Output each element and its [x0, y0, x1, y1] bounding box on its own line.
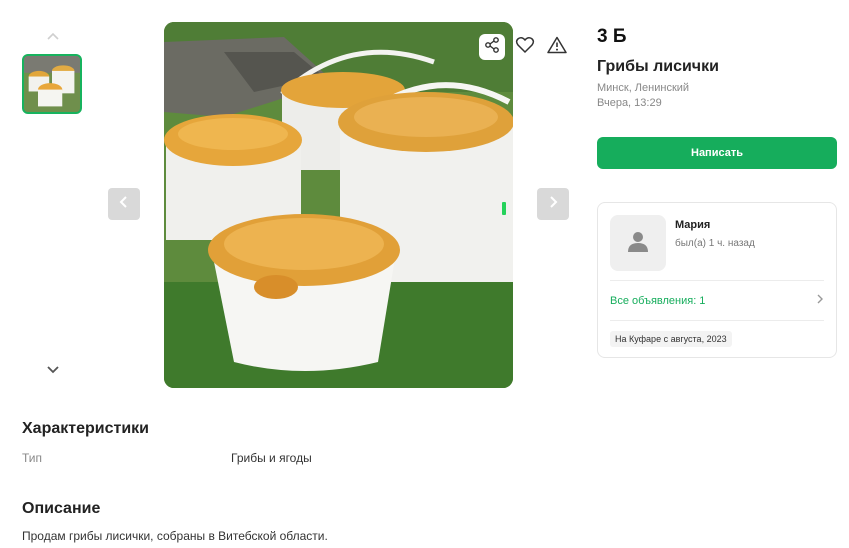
chevron-right-icon — [546, 195, 560, 214]
chevron-up-icon[interactable] — [44, 28, 62, 46]
posted-time: Вчера, 13:29 — [597, 97, 662, 109]
characteristic-key: Тип — [22, 451, 43, 465]
price: 3 Б — [597, 26, 627, 47]
divider — [610, 280, 824, 281]
main-photo[interactable] — [164, 22, 513, 388]
next-photo-button[interactable] — [537, 188, 569, 220]
all-ads-label: Все объявления: 1 — [610, 295, 706, 307]
all-ads-link[interactable]: Все объявления: 1 — [610, 289, 826, 313]
mushroom-buckets-image — [164, 22, 513, 388]
seller-status: был(а) 1 ч. назад — [675, 238, 755, 249]
description-heading: Описание — [22, 500, 101, 517]
thumbnail-strip — [20, 26, 86, 386]
thumbnail-image[interactable] — [22, 54, 82, 114]
share-button[interactable] — [479, 34, 505, 60]
alert-icon — [547, 36, 567, 59]
member-since-badge: На Куфаре с августа, 2023 — [610, 331, 732, 347]
avatar[interactable] — [610, 215, 666, 271]
slide-indicator — [502, 202, 506, 215]
write-message-button[interactable]: Написать — [597, 137, 837, 169]
characteristics-heading: Характеристики — [22, 420, 150, 437]
listing-title: Грибы лисички — [597, 58, 719, 75]
location: Минск, Ленинский — [597, 82, 690, 94]
divider — [610, 320, 824, 321]
chevron-left-icon — [117, 195, 131, 214]
share-icon — [483, 36, 501, 59]
description-text: Продам грибы лисички, собраны в Витебско… — [22, 529, 328, 543]
chevron-right-icon — [814, 292, 826, 310]
seller-name[interactable]: Мария — [675, 219, 710, 231]
user-icon — [626, 229, 650, 258]
characteristic-value: Грибы и ягоды — [231, 451, 312, 465]
chevron-down-icon[interactable] — [44, 360, 62, 378]
report-button[interactable] — [544, 34, 570, 60]
seller-card: Мария был(а) 1 ч. назад Все объявления: … — [597, 202, 837, 358]
favorite-button[interactable] — [512, 34, 538, 60]
previous-photo-button[interactable] — [108, 188, 140, 220]
heart-icon — [515, 36, 535, 59]
